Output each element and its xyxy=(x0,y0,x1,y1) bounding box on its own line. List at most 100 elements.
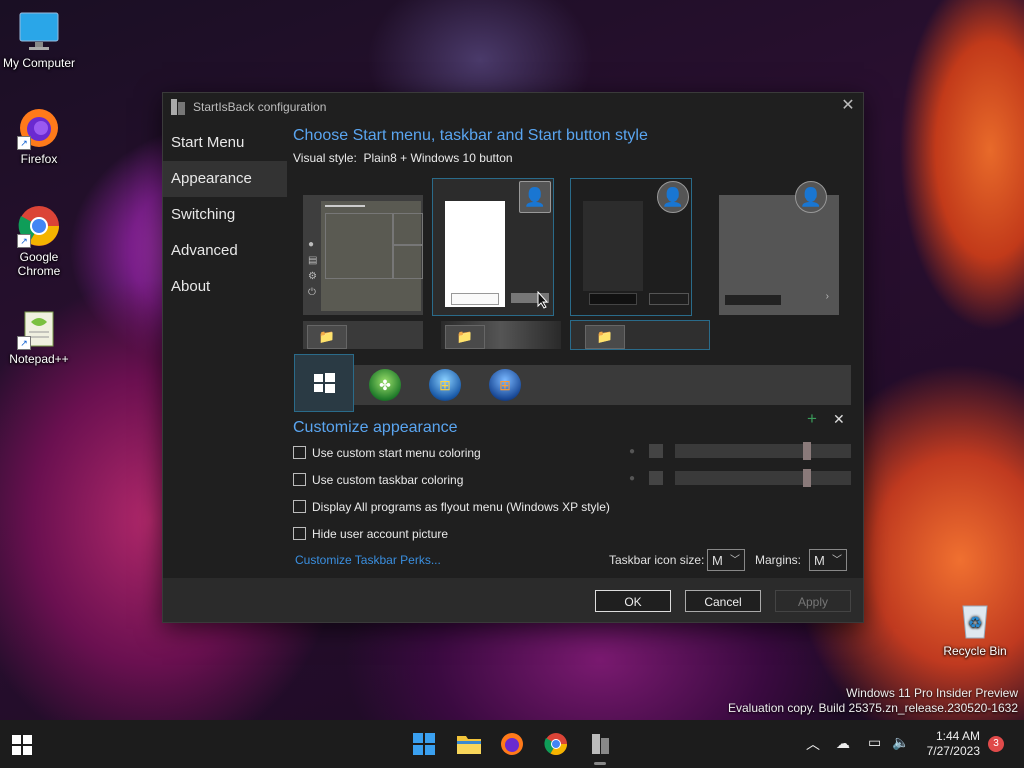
margins-select[interactable]: M ﹀ xyxy=(809,549,847,571)
notification-badge[interactable]: 3 xyxy=(988,736,1004,752)
taskbar-style-2[interactable]: 📁 xyxy=(441,321,561,349)
title-bar[interactable]: StartIsBack configuration ✕ xyxy=(163,93,863,121)
app-icon xyxy=(171,99,185,115)
start-color-swatch[interactable] xyxy=(649,444,663,458)
firefox-icon[interactable] xyxy=(500,732,524,756)
customize-taskbar-perks-link[interactable]: Customize Taskbar Perks... xyxy=(295,553,441,567)
file-explorer-icon[interactable] xyxy=(456,732,481,756)
taskbar: ︿ ☁ ▭ 🔈 1:44 AM 7/27/2023 3 xyxy=(0,720,1024,768)
windows-flag-icon: ⊞ xyxy=(499,377,511,393)
style-thumb-windows7[interactable]: › 👤 xyxy=(719,181,839,315)
visual-style-line: Visual style: Plain8 + Windows 10 button xyxy=(293,151,863,165)
nav-item-start-menu[interactable]: Start Menu xyxy=(163,125,287,161)
folder-icon: 📁 xyxy=(307,325,347,349)
shortcut-arrow-icon: ↗ xyxy=(17,336,31,350)
checkbox-custom-taskbar-coloring[interactable]: Use custom taskbar coloring xyxy=(293,473,463,487)
taskbar-style-1[interactable]: 📁 xyxy=(303,321,423,349)
apply-button[interactable]: Apply xyxy=(775,590,851,612)
start-button-vista[interactable]: ⊞ xyxy=(489,369,521,401)
window-title: StartIsBack configuration xyxy=(193,100,327,114)
taskbar-color-swatch[interactable] xyxy=(649,471,663,485)
cancel-button[interactable]: Cancel xyxy=(685,590,761,612)
customize-section: Customize appearance xyxy=(293,419,853,437)
firefox-icon: ↗ xyxy=(17,106,61,150)
shortcut-arrow-icon: ↗ xyxy=(17,234,31,248)
desktop-icon-chrome[interactable]: ↗ Google Chrome xyxy=(1,204,77,278)
ok-button[interactable]: OK xyxy=(595,590,671,612)
desktop-icon-label: Google Chrome xyxy=(17,250,61,278)
customize-heading: Customize appearance xyxy=(293,419,458,436)
mouse-cursor-icon xyxy=(537,291,549,309)
svg-text:♻: ♻ xyxy=(968,613,982,632)
checkbox-hide-user-picture[interactable]: Hide user account picture xyxy=(293,527,448,541)
chrome-icon: ↗ xyxy=(17,204,61,248)
desktop-icon-firefox[interactable]: ↗ Firefox xyxy=(1,106,77,166)
network-icon[interactable]: ▭ xyxy=(868,734,881,751)
checkbox-flyout-menu[interactable]: Display All programs as flyout menu (Win… xyxy=(293,500,610,514)
nav-item-about[interactable]: About xyxy=(163,269,287,305)
recycle-bin-icon: ♻ xyxy=(953,598,997,642)
active-app-indicator xyxy=(594,762,606,765)
taskbar-transparency-slider[interactable] xyxy=(675,469,851,487)
checkbox-box[interactable] xyxy=(293,446,306,459)
onedrive-cloud-icon[interactable]: ☁ xyxy=(836,735,850,752)
slider-thumb[interactable] xyxy=(803,469,811,487)
show-hidden-icons-chevron-icon[interactable]: ︿ xyxy=(806,734,820,754)
volume-icon[interactable]: 🔈 xyxy=(892,734,909,751)
desktop-icon-my-computer[interactable]: My Computer xyxy=(1,10,77,70)
desktop-icon-label: My Computer xyxy=(2,56,76,70)
folder-icon: 📁 xyxy=(585,325,625,349)
startisback-config-window: StartIsBack configuration ✕ Start Menu A… xyxy=(162,92,864,623)
folder-icon: 📁 xyxy=(445,325,485,349)
icon-size-label: Taskbar icon size: xyxy=(609,553,705,567)
droplet-icon: ● xyxy=(629,473,636,484)
close-icon: ✕ xyxy=(841,97,855,114)
style-thumb-plain8-dark[interactable]: 👤 xyxy=(570,178,692,316)
start-button-windows10[interactable] xyxy=(294,354,354,412)
startisback-config-icon[interactable] xyxy=(588,732,612,756)
watermark-line1: Windows 11 Pro Insider Preview xyxy=(846,686,1018,700)
desktop-icon-label: Recycle Bin xyxy=(943,644,1007,658)
visual-style-label: Visual style: xyxy=(293,151,357,165)
desktop-icon-label: Notepad++ xyxy=(9,352,69,366)
chevron-down-icon: ﹀ xyxy=(730,555,740,566)
style-gallery: ● ▤ ⚙ ⏻ 👤 👤 › 👤 📁 📁 📁 xyxy=(303,178,843,371)
user-avatar-icon: 👤 xyxy=(657,181,689,213)
margins-label: Margins: xyxy=(755,553,802,567)
desktop-icon-recycle-bin[interactable]: ♻ Recycle Bin xyxy=(937,598,1013,658)
checkbox-box[interactable] xyxy=(293,500,306,513)
desktop-icon-label: Firefox xyxy=(20,152,58,166)
start-button[interactable] xyxy=(12,735,32,760)
user-avatar-icon: 👤 xyxy=(795,181,827,213)
icon-size-value: M xyxy=(712,553,723,568)
clock-time: 1:44 AM xyxy=(935,729,980,743)
checkbox-box[interactable] xyxy=(293,527,306,540)
nav-item-advanced[interactable]: Advanced xyxy=(163,233,287,269)
taskbar-style-3[interactable]: 📁 xyxy=(570,320,710,350)
icon-size-select[interactable]: M ﹀ xyxy=(707,549,745,571)
windows-flag-icon: ⊞ xyxy=(439,377,451,393)
nav-item-switching[interactable]: Switching xyxy=(163,197,287,233)
checkbox-custom-start-coloring[interactable]: Use custom start menu coloring xyxy=(293,446,481,460)
notepadpp-icon: ↗ xyxy=(17,306,61,350)
windows-logo-icon xyxy=(314,373,335,393)
chevron-down-icon: ﹀ xyxy=(832,555,842,566)
clock[interactable]: 1:44 AM 7/27/2023 xyxy=(927,729,980,759)
nav-sidebar: Start Menu Appearance Switching Advanced… xyxy=(163,125,287,305)
checkbox-box[interactable] xyxy=(293,473,306,486)
chrome-icon[interactable] xyxy=(544,732,568,756)
visual-style-value: Plain8 + Windows 10 button xyxy=(363,151,513,165)
desktop-icon-notepadpp[interactable]: ↗ Notepad++ xyxy=(1,306,77,366)
style-thumb-windows10[interactable]: ● ▤ ⚙ ⏻ xyxy=(303,195,423,315)
nav-item-appearance[interactable]: Appearance xyxy=(163,161,287,197)
start-button-clover[interactable]: ✤ xyxy=(369,369,401,401)
close-button[interactable]: ✕ xyxy=(833,93,863,121)
taskbar-start-icon[interactable] xyxy=(412,732,436,756)
style-thumb-plain8[interactable]: 👤 xyxy=(432,178,554,316)
watermark-line2: Evaluation copy. Build 25375.zn_release.… xyxy=(728,701,1018,715)
start-button-gallery: ✤ ⊞ ⊞ xyxy=(294,354,851,412)
start-button-windows7[interactable]: ⊞ xyxy=(429,369,461,401)
start-transparency-slider[interactable] xyxy=(675,442,851,460)
monitor-icon xyxy=(17,10,61,54)
slider-thumb[interactable] xyxy=(803,442,811,460)
